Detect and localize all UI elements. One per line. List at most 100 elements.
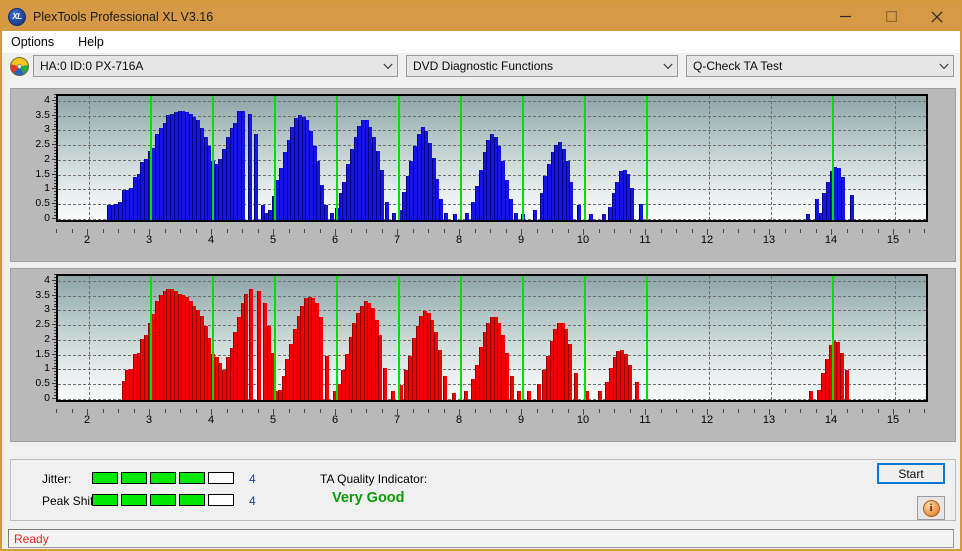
- start-button[interactable]: Start: [877, 463, 945, 484]
- x-axis-tick: [134, 409, 135, 413]
- plextools-window: XL PlexTools Professional XL V3.16 Optio…: [0, 0, 962, 551]
- x-axis-label: 4: [208, 234, 214, 246]
- x-axis-tick: [723, 409, 724, 413]
- x-axis-tick: [490, 229, 491, 233]
- marker-line: [646, 96, 648, 220]
- ta-quality-label: TA Quality Indicator:: [320, 472, 427, 486]
- meter-cell: [208, 472, 234, 484]
- x-axis-tick: [816, 229, 817, 233]
- x-axis-tick: [645, 409, 646, 415]
- x-axis-label: 5: [270, 414, 276, 426]
- chart-bar: [806, 214, 810, 220]
- chart-bar: [589, 214, 593, 220]
- test-select[interactable]: Q-Check TA Test: [686, 55, 954, 77]
- meter-cell: [179, 472, 205, 484]
- chevron-down-icon[interactable]: [379, 63, 397, 70]
- marker-line: [150, 96, 152, 220]
- close-icon[interactable]: [914, 2, 960, 31]
- x-axis-tick: [785, 409, 786, 413]
- x-axis-tick: [227, 229, 228, 233]
- x-axis-tick: [552, 409, 553, 413]
- marker-line: [460, 276, 462, 400]
- chart-bar: [257, 291, 261, 400]
- drive-select[interactable]: HA:0 ID:0 PX-716A: [33, 55, 398, 77]
- x-axis-tick: [459, 409, 460, 415]
- x-axis-tick: [893, 229, 894, 235]
- chart-bar: [598, 391, 602, 400]
- chart-bar: [465, 213, 469, 220]
- chevron-down-icon[interactable]: [935, 63, 953, 70]
- x-axis-tick: [521, 409, 522, 415]
- minimize-icon[interactable]: [822, 2, 868, 31]
- peak-shift-meter: [92, 494, 234, 506]
- x-axis-tick: [428, 409, 429, 413]
- jitter-result-label: Jitter:: [42, 472, 71, 486]
- x-axis-tick: [630, 229, 631, 233]
- x-axis-tick: [180, 409, 181, 413]
- info-button[interactable]: i: [917, 496, 945, 520]
- x-axis-tick: [599, 409, 600, 413]
- x-axis-label: 2: [84, 414, 90, 426]
- chart-bar: [392, 213, 396, 220]
- x-axis-label: 10: [577, 234, 589, 246]
- x-axis-tick: [320, 409, 321, 413]
- x-axis-label: 14: [825, 414, 837, 426]
- x-axis-tick: [878, 229, 879, 233]
- jitter-result-value: 4: [249, 472, 256, 486]
- x-axis-tick: [676, 409, 677, 413]
- x-axis-tick: [521, 229, 522, 235]
- x-axis-tick: [351, 409, 352, 413]
- function-select[interactable]: DVD Diagnostic Functions: [406, 55, 678, 77]
- marker-line: [584, 96, 586, 220]
- x-axis-label: 9: [518, 414, 524, 426]
- maximize-icon[interactable]: [868, 2, 914, 31]
- chart-bar: [380, 170, 384, 220]
- x-axis-label: 8: [456, 234, 462, 246]
- x-axis-tick: [366, 409, 367, 413]
- x-axis-label: 14: [825, 234, 837, 246]
- menu-item-help[interactable]: Help: [76, 33, 112, 51]
- marker-line: [398, 96, 400, 220]
- meter-cell: [208, 494, 234, 506]
- x-axis-tick: [428, 229, 429, 233]
- x-axis-tick: [599, 229, 600, 233]
- chart-bar: [453, 214, 457, 220]
- chart-bar: [509, 199, 513, 220]
- marker-line: [274, 276, 276, 400]
- x-axis-tick: [614, 409, 615, 413]
- x-axis-tick: [816, 409, 817, 413]
- chart-bar: [602, 214, 606, 220]
- x-axis-tick: [149, 409, 150, 415]
- jitter-x-axis-labels: 23456789101112131415: [56, 229, 928, 249]
- chart-bar: [319, 317, 323, 400]
- disc-icon: [10, 57, 29, 76]
- marker-line: [398, 276, 400, 400]
- chart-bar: [464, 391, 468, 400]
- x-axis-tick: [227, 409, 228, 413]
- x-axis-tick: [289, 409, 290, 413]
- chevron-down-icon[interactable]: [659, 63, 677, 70]
- x-axis-tick: [211, 229, 212, 235]
- menu-item-options[interactable]: Options: [9, 33, 62, 51]
- meter-cell: [150, 472, 176, 484]
- x-axis-label: 7: [394, 234, 400, 246]
- x-axis-tick: [72, 229, 73, 233]
- x-axis-tick: [134, 229, 135, 233]
- x-axis-tick: [924, 229, 925, 233]
- marker-line: [522, 96, 524, 220]
- jitter-chart-panel: 00.511.522.533.54 23456789101112131415: [10, 88, 956, 262]
- x-axis-tick: [242, 229, 243, 233]
- meter-cell: [92, 494, 118, 506]
- jitter-meter: [92, 472, 234, 484]
- x-axis-tick: [335, 229, 336, 235]
- x-axis-label: 8: [456, 414, 462, 426]
- x-axis-tick: [459, 229, 460, 235]
- x-axis-label: 10: [577, 414, 589, 426]
- x-axis-tick: [320, 229, 321, 233]
- meter-cell: [92, 472, 118, 484]
- x-axis-tick: [723, 229, 724, 233]
- x-axis-tick: [475, 409, 476, 413]
- x-axis-tick: [537, 229, 538, 233]
- x-axis-tick: [831, 409, 832, 415]
- x-axis-tick: [103, 409, 104, 413]
